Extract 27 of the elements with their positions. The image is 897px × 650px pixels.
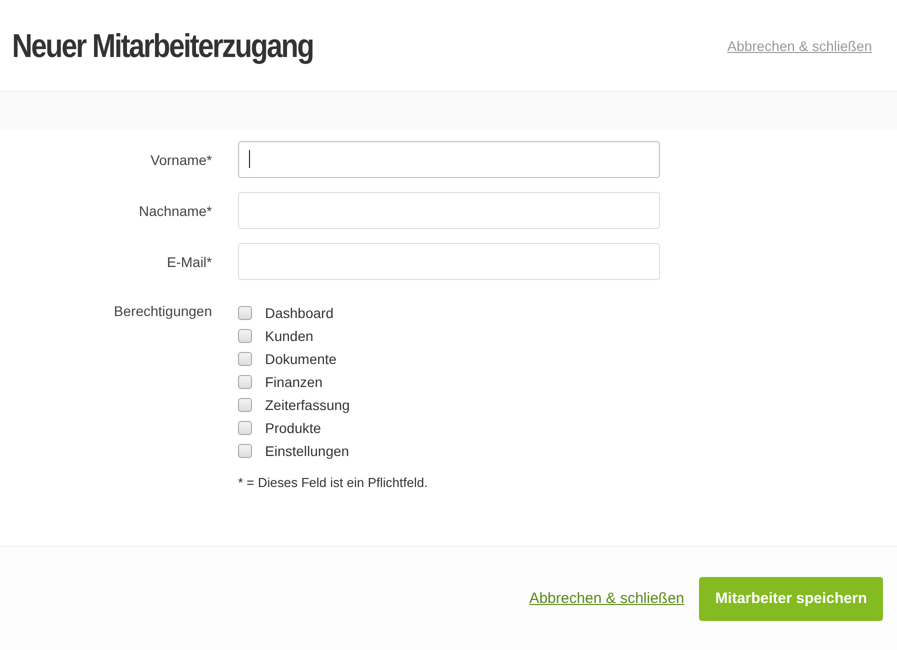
- input-field[interactable]: [238, 141, 660, 178]
- field-label: Vorname*: [150, 152, 213, 168]
- checkbox[interactable]: [238, 420, 252, 434]
- checkbox-label: Finanzen: [265, 374, 323, 390]
- page-title: Neuer Mitarbeiterzugang: [12, 26, 314, 64]
- checkbox-label: Dokumente: [265, 350, 337, 366]
- field-label: Nachname*: [138, 202, 213, 218]
- checkbox[interactable]: [238, 352, 252, 366]
- input-field[interactable]: [238, 243, 660, 280]
- checkbox[interactable]: [238, 374, 252, 388]
- checkbox-label: Zeiterfassung: [265, 396, 350, 412]
- input-field[interactable]: [238, 192, 660, 229]
- checkbox-label: Einstellungen: [265, 442, 350, 458]
- checkbox[interactable]: [238, 328, 252, 342]
- text-cursor: [249, 150, 250, 168]
- cancel-link[interactable]: Abbrechen & schließen: [727, 38, 872, 54]
- checkbox[interactable]: [238, 398, 252, 412]
- field-label: Berechtigungen: [112, 302, 213, 319]
- field-label: E-Mail*: [166, 254, 213, 270]
- checkbox-label: Produkte: [265, 420, 322, 436]
- save-button[interactable]: Mitarbeiter speichern: [699, 576, 883, 620]
- checkbox-label: Kunden: [265, 328, 314, 344]
- checkbox[interactable]: [238, 444, 252, 458]
- cancel-link[interactable]: Abbrechen & schließen: [529, 590, 684, 607]
- required-note: * = Dieses Feld ist ein Pflichtfeld.: [238, 475, 428, 490]
- checkbox[interactable]: [238, 306, 252, 320]
- checkbox-label: Dashboard: [265, 304, 334, 320]
